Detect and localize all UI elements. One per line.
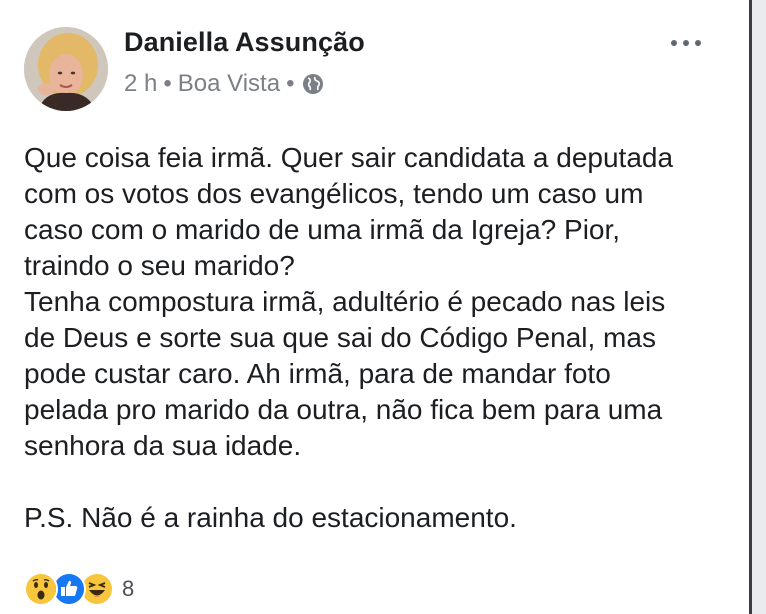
post-text-line: de Deus e sorte sua que sai do Código Pe…	[24, 322, 656, 353]
post-text-line: senhora da sua idade.	[24, 430, 302, 461]
post-text-line: pode custar caro. Ah irmã, para de manda…	[24, 358, 611, 389]
more-options-icon[interactable]	[669, 33, 703, 53]
post-card: Daniella Assunção 2 h • Boa Vista • Que …	[0, 0, 752, 614]
post-text-line: Que coisa feia irmã. Quer sair candidata…	[24, 142, 674, 173]
post-meta: 2 h • Boa Vista •	[124, 70, 324, 98]
post-text: Que coisa feia irmã. Quer sair candidata…	[24, 140, 724, 536]
post-text-line: com os votos dos evangélicos, tendo um c…	[24, 178, 644, 209]
post-time[interactable]: 2 h	[124, 70, 157, 98]
post-text-line: traindo o seu marido?	[24, 250, 295, 281]
post-text-line: Tenha compostura irmã, adultério é pecad…	[24, 286, 666, 317]
post-text-line: caso com o marido de uma irmã da Igreja?…	[24, 214, 621, 245]
meta-separator: •	[163, 70, 172, 97]
meta-separator: •	[286, 70, 295, 97]
post-location[interactable]: Boa Vista	[178, 70, 280, 98]
post-text-line: pelada pro marido da outra, não fica bem…	[24, 394, 663, 425]
author-name[interactable]: Daniella Assunção	[124, 27, 365, 58]
avatar-photo	[24, 27, 108, 111]
globe-icon[interactable]	[302, 73, 324, 95]
post-ps-line: P.S. Não é a rainha do estacionamento.	[24, 502, 517, 533]
wow-reaction-icon	[24, 572, 58, 606]
reaction-count[interactable]: 8	[122, 576, 134, 602]
reactions-bar[interactable]: 8	[24, 572, 134, 606]
avatar[interactable]	[24, 27, 108, 111]
